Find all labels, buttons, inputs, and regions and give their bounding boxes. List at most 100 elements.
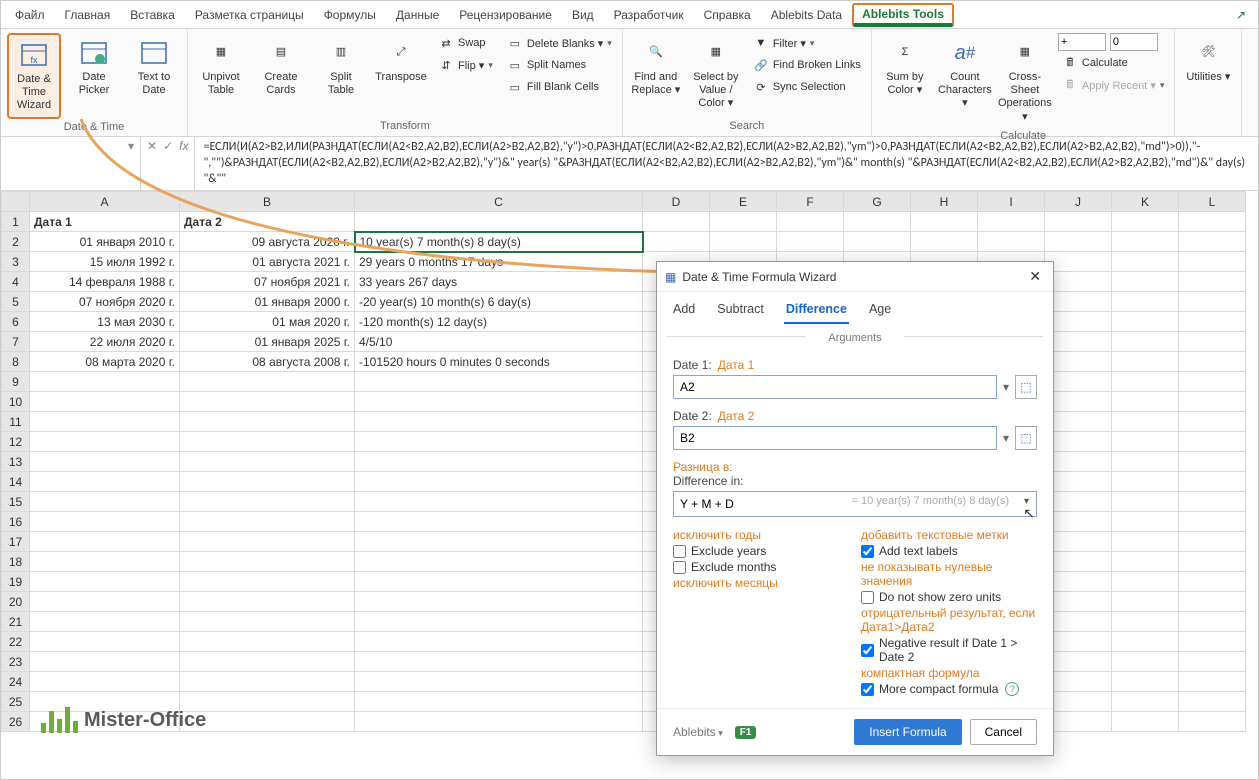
cell-B2[interactable]: 09 августа 2020 г. <box>180 232 355 252</box>
calc-plus-input[interactable] <box>1058 33 1106 51</box>
row-hdr-4[interactable]: 4 <box>2 272 30 292</box>
col-hdr-A[interactable]: A <box>30 192 180 212</box>
swap-button[interactable]: ⇄Swap <box>434 33 497 53</box>
select-all-corner[interactable] <box>2 192 30 212</box>
cell-B5[interactable]: 01 января 2000 г. <box>180 292 355 312</box>
row-hdr-1[interactable]: 1 <box>2 212 30 232</box>
menu-developer[interactable]: Разработчик <box>604 5 694 25</box>
tab-add[interactable]: Add <box>671 298 697 324</box>
cell-B3[interactable]: 01 августа 2021 г. <box>180 252 355 272</box>
compact-formula-checkbox[interactable]: More compact formula? <box>861 682 1037 696</box>
col-hdr-G[interactable]: G <box>844 192 911 212</box>
cell-C4[interactable]: 33 years 267 days <box>355 272 643 292</box>
col-hdr-L[interactable]: L <box>1179 192 1246 212</box>
row-hdr-7[interactable]: 7 <box>2 332 30 352</box>
menu-ablebits-tools[interactable]: Ablebits Tools <box>852 3 954 27</box>
row-hdr-6[interactable]: 6 <box>2 312 30 332</box>
col-hdr-B[interactable]: B <box>180 192 355 212</box>
calculate-button[interactable]: 🖩Calculate <box>1058 53 1169 73</box>
close-icon[interactable]: ✕ <box>1025 268 1045 285</box>
cell-B6[interactable]: 01 мая 2020 г. <box>180 312 355 332</box>
help-icon[interactable]: ? <box>1005 682 1019 696</box>
row-hdr-2[interactable]: 2 <box>2 232 30 252</box>
date2-dropdown-icon[interactable]: ▾ <box>1003 431 1009 445</box>
utilities-button[interactable]: 🛠Utilities ▾ <box>1181 33 1235 88</box>
menu-review[interactable]: Рецензирование <box>449 5 562 25</box>
split-table-button[interactable]: ▥Split Table <box>314 33 368 101</box>
name-box[interactable]: ▾ <box>1 137 141 190</box>
flip-button[interactable]: ⇵Flip ▾ <box>434 55 497 75</box>
apply-recent-button[interactable]: 🖩Apply Recent ▾ <box>1058 75 1169 95</box>
cell-A6[interactable]: 13 мая 2030 г. <box>30 312 180 332</box>
insert-formula-button[interactable]: Insert Formula <box>854 719 961 745</box>
enter-formula-icon[interactable]: ✓ <box>163 139 173 153</box>
delete-blanks-button[interactable]: ▭Delete Blanks ▾ <box>503 33 616 53</box>
cell-A1[interactable]: Дата 1 <box>30 212 180 232</box>
add-text-labels-checkbox[interactable]: Add text labels <box>861 544 1037 558</box>
row-hdr-3[interactable]: 3 <box>2 252 30 272</box>
name-box-input[interactable] <box>7 139 128 153</box>
tab-subtract[interactable]: Subtract <box>715 298 766 324</box>
date-time-wizard-button[interactable]: fxDate & Time Wizard <box>7 33 61 119</box>
cell-A4[interactable]: 14 февраля 1988 г. <box>30 272 180 292</box>
select-by-value-button[interactable]: ▦Select by Value / Color ▾ <box>689 33 743 115</box>
col-hdr-J[interactable]: J <box>1045 192 1112 212</box>
tab-difference[interactable]: Difference <box>784 298 849 324</box>
date1-range-picker-icon[interactable]: ⬚ <box>1015 375 1037 399</box>
col-hdr-C[interactable]: C <box>355 192 643 212</box>
brand-dropdown[interactable]: Ablebits <box>673 725 723 739</box>
formula-text[interactable]: =ЕСЛИ(И(A2>B2,ИЛИ(РАЗНДАТ(ЕСЛИ(A2<B2,A2,… <box>195 137 1258 190</box>
count-characters-button[interactable]: a#Count Characters ▾ <box>938 33 992 115</box>
find-replace-button[interactable]: 🔍Find and Replace ▾ <box>629 33 683 101</box>
date2-range-picker-icon[interactable]: ⬚ <box>1015 426 1037 450</box>
col-hdr-H[interactable]: H <box>911 192 978 212</box>
col-hdr-E[interactable]: E <box>710 192 777 212</box>
cell-A2[interactable]: 01 января 2010 г. <box>30 232 180 252</box>
cell-B7[interactable]: 01 января 2025 г. <box>180 332 355 352</box>
fx-icon[interactable]: fx <box>179 139 188 153</box>
negative-result-checkbox[interactable]: Negative result if Date 1 > Date 2 <box>861 636 1037 664</box>
col-hdr-F[interactable]: F <box>777 192 844 212</box>
cell-C5[interactable]: -20 year(s) 10 month(s) 6 day(s) <box>355 292 643 312</box>
find-broken-links-button[interactable]: 🔗Find Broken Links <box>749 55 865 75</box>
share-icon[interactable]: ↗ <box>1228 5 1254 25</box>
menu-help[interactable]: Справка <box>694 5 761 25</box>
row-hdr-5[interactable]: 5 <box>2 292 30 312</box>
col-hdr-D[interactable]: D <box>643 192 710 212</box>
cell-B4[interactable]: 07 ноября 2021 г. <box>180 272 355 292</box>
menu-formulas[interactable]: Формулы <box>314 5 386 25</box>
text-to-date-button[interactable]: Text to Date <box>127 33 181 101</box>
cell-C8[interactable]: -101520 hours 0 minutes 0 seconds <box>355 352 643 372</box>
row-hdr-8[interactable]: 8 <box>2 352 30 372</box>
cell-C1[interactable] <box>355 212 643 232</box>
menu-insert[interactable]: Вставка <box>120 5 185 25</box>
col-hdr-K[interactable]: K <box>1112 192 1179 212</box>
cell-C6[interactable]: -120 month(s) 12 day(s) <box>355 312 643 332</box>
sync-selection-button[interactable]: ⟳Sync Selection <box>749 77 865 97</box>
calc-zero-input[interactable] <box>1110 33 1158 51</box>
split-names-button[interactable]: ▭Split Names <box>503 55 616 75</box>
date1-dropdown-icon[interactable]: ▾ <box>1003 380 1009 394</box>
cell-A3[interactable]: 15 июля 1992 г. <box>30 252 180 272</box>
unpivot-table-button[interactable]: ▦Unpivot Table <box>194 33 248 101</box>
menu-file[interactable]: Файл <box>5 5 55 25</box>
cell-A7[interactable]: 22 июля 2020 г. <box>30 332 180 352</box>
f1-help-icon[interactable]: F1 <box>735 726 757 739</box>
menu-home[interactable]: Главная <box>55 5 121 25</box>
cancel-button[interactable]: Cancel <box>970 719 1037 745</box>
col-hdr-I[interactable]: I <box>978 192 1045 212</box>
spreadsheet-table[interactable]: A B C D E F G H I J K L 1 Дата 1 Дата 2 … <box>1 191 1246 732</box>
cell-A5[interactable]: 07 ноября 2020 г. <box>30 292 180 312</box>
sum-by-color-button[interactable]: ΣSum by Color ▾ <box>878 33 932 101</box>
menu-view[interactable]: Вид <box>562 5 604 25</box>
no-zero-checkbox[interactable]: Do not show zero units <box>861 590 1037 604</box>
date2-input[interactable] <box>673 426 997 450</box>
menu-data[interactable]: Данные <box>386 5 449 25</box>
fill-blank-cells-button[interactable]: ▭Fill Blank Cells <box>503 77 616 97</box>
cell-B8[interactable]: 08 августа 2008 г. <box>180 352 355 372</box>
cross-sheet-button[interactable]: ▦Cross-Sheet Operations ▾ <box>998 33 1052 128</box>
tab-age[interactable]: Age <box>867 298 893 324</box>
date-picker-button[interactable]: Date Picker <box>67 33 121 101</box>
menu-pagelayout[interactable]: Разметка страницы <box>185 5 314 25</box>
cell-B1[interactable]: Дата 2 <box>180 212 355 232</box>
